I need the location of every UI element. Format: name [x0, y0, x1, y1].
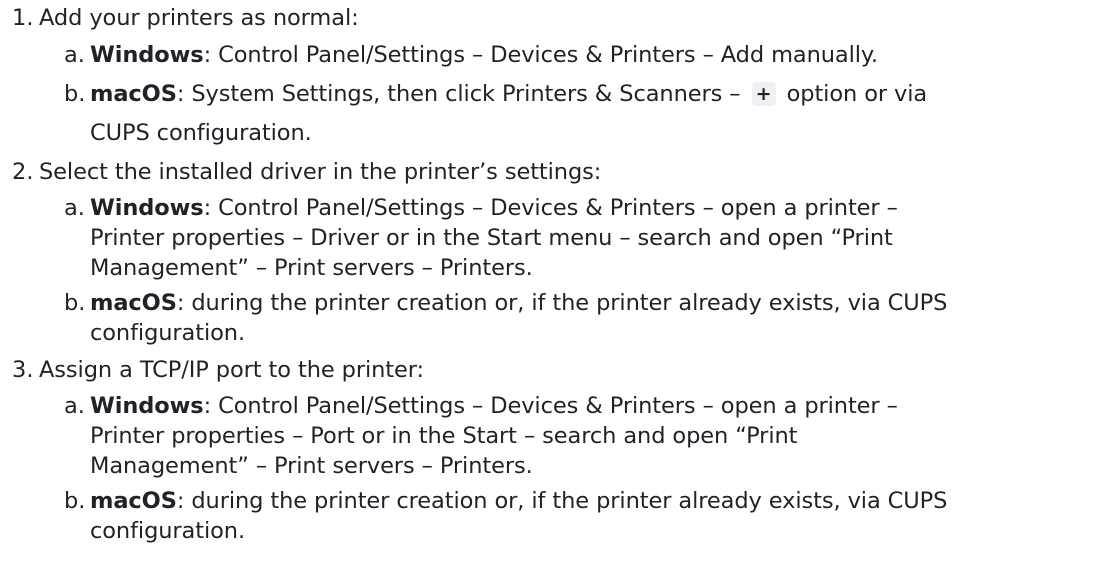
item-2a-line-3: Management” – Print servers – Printers.	[90, 255, 533, 281]
item-3a-line-2: Printer properties – Port or in the Star…	[90, 423, 798, 449]
item-3b-line-1: macOS: during the printer creation or, i…	[90, 486, 947, 516]
item-2b-line-2: configuration.	[90, 320, 246, 346]
item-2-number: 2.	[12, 159, 34, 185]
item-1b-text-after-icon: option or via	[786, 81, 928, 107]
item-3-text: Assign a TCP/IP port to the printer:	[39, 357, 424, 383]
item-2a-line-2: Printer properties – Driver or in the St…	[90, 225, 893, 251]
os-name-macos: macOS	[90, 290, 177, 316]
item-1-number: 1.	[12, 5, 34, 31]
item-1b-line-2: CUPS configuration.	[90, 120, 312, 146]
item-2-text: Select the installed driver in the print…	[39, 159, 602, 185]
item-3b-text: : during the printer creation or, if the…	[176, 488, 948, 514]
os-name-windows: Windows	[90, 195, 204, 221]
item-1-text: Add your printers as normal:	[39, 5, 359, 31]
item-2a-line-1: Windows: Control Panel/Settings – Device…	[90, 193, 898, 223]
item-2b-line-1: macOS: during the printer creation or, i…	[90, 288, 947, 318]
item-1a-text: : Control Panel/Settings – Devices & Pri…	[203, 42, 878, 68]
instructions-list: 1. Add your printers as normal: a. Windo…	[0, 0, 1100, 585]
os-name-windows: Windows	[90, 393, 204, 419]
item-3a-marker: a.	[64, 393, 85, 419]
item-1b-marker: b.	[64, 81, 86, 107]
item-3a-line-1: Windows: Control Panel/Settings – Device…	[90, 391, 898, 421]
item-3a-text: : Control Panel/Settings – Devices & Pri…	[203, 393, 898, 419]
item-1a-marker: a.	[64, 42, 85, 68]
item-1a-line-1: Windows: Control Panel/Settings – Device…	[90, 40, 878, 70]
item-3b-line-2: configuration.	[90, 518, 246, 544]
plus-icon: +	[751, 82, 776, 106]
item-3b-marker: b.	[64, 488, 86, 514]
os-name-macos: macOS	[90, 81, 177, 107]
os-name-windows: Windows	[90, 42, 204, 68]
item-2a-text: : Control Panel/Settings – Devices & Pri…	[203, 195, 898, 221]
item-2b-text: : during the printer creation or, if the…	[176, 290, 948, 316]
item-1b-text: : System Settings, then click Printers &…	[176, 81, 741, 107]
os-name-macos: macOS	[90, 488, 177, 514]
item-3-number: 3.	[12, 357, 34, 383]
item-2a-marker: a.	[64, 195, 85, 221]
item-2b-marker: b.	[64, 290, 86, 316]
item-1b-line-1: macOS: System Settings, then click Print…	[90, 79, 927, 109]
item-3a-line-3: Management” – Print servers – Printers.	[90, 453, 533, 479]
